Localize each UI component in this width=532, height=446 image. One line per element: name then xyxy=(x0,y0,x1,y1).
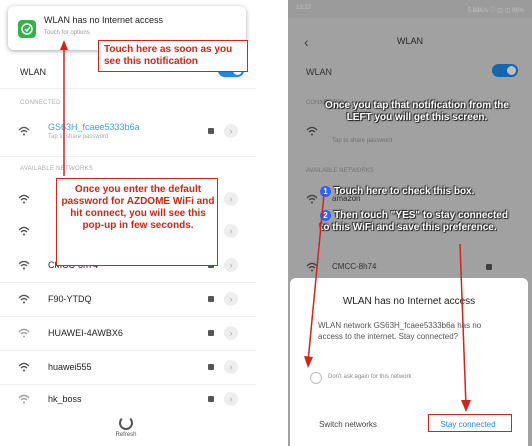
right-screenshot: 13:22 5.88K/s ⓘ ◫ ◫ 86% ‹ WLAN WLAN CONN… xyxy=(288,0,532,446)
annotation-arrows xyxy=(304,193,471,412)
left-screenshot: WLAN has no Internet access Touch for op… xyxy=(0,0,256,446)
annotation-arrow xyxy=(60,40,68,176)
